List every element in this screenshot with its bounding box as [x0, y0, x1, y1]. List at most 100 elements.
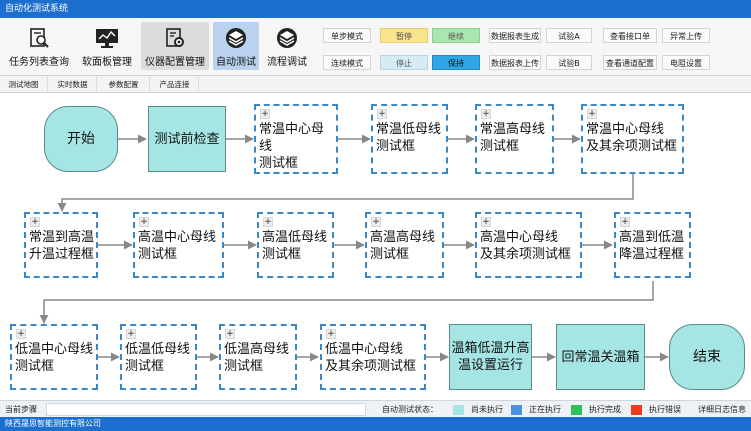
flow-group-normal-center-bus[interactable]: + 常温中心母线 测试框 — [254, 104, 338, 174]
continuous-mode-button[interactable]: 连续模式 — [323, 55, 371, 70]
nav-auto-test[interactable]: 自动测试 — [213, 22, 259, 70]
expand-icon[interactable]: + — [263, 217, 273, 227]
layers-icon — [274, 26, 300, 50]
report-upload-button[interactable]: 数据报表上传 — [489, 55, 541, 70]
ribbon: 任务列表查询 软面板管理 仪器配置管理 自动测试 流程调试 单步模式 连续模式 … — [0, 18, 751, 76]
nav-process-debug[interactable]: 流程调试 — [264, 22, 310, 70]
current-step-label: 当前步骤 — [5, 405, 37, 414]
company-footer: 陕西晟思智能测控有限公司 — [0, 417, 751, 431]
nav-label: 任务列表查询 — [9, 57, 69, 68]
flow-node-label: 低温低母线 测试框 — [125, 342, 191, 374]
magnifier-document-icon — [26, 26, 52, 50]
flow-group-normal-to-high-heating[interactable]: + 常温到高温 升温过程框 — [24, 212, 98, 278]
test-a-button[interactable]: 试验A — [546, 28, 592, 43]
flow-group-normal-center-others[interactable]: + 常温中心母线 及其余项测试框 — [581, 104, 684, 174]
flow-node-return-normal-close[interactable]: 回常温关温箱 — [556, 324, 645, 390]
flow-group-normal-high-bus[interactable]: + 常温高母线 测试框 — [475, 104, 554, 174]
flow-node-label: 高温高母线 测试框 — [370, 230, 436, 262]
connector-arrow — [39, 281, 654, 324]
view-channel-config-button[interactable]: 查看通道配置 — [603, 55, 657, 70]
flow-node-label: 常温低母线 测试框 — [376, 122, 442, 154]
window-title: 自动化测试系统 — [0, 0, 751, 18]
flow-node-start[interactable]: 开始 — [44, 106, 118, 172]
expand-icon[interactable]: + — [139, 217, 149, 227]
legend-item-running: 正在执行 — [511, 401, 561, 418]
expand-icon[interactable]: + — [587, 109, 597, 119]
legend-label: 执行错误 — [649, 405, 681, 414]
tab-test-map[interactable]: 测试地图 — [0, 77, 48, 93]
expand-icon[interactable]: + — [481, 109, 491, 119]
expand-icon[interactable]: + — [126, 329, 136, 339]
flow-group-low-high-bus[interactable]: + 低温高母线 测试框 — [219, 324, 297, 390]
legend-item-pending: 尚未执行 — [453, 401, 503, 418]
flow-group-high-high-bus[interactable]: + 高温高母线 测试框 — [365, 212, 444, 278]
flow-node-end[interactable]: 结束 — [669, 324, 745, 390]
expand-icon[interactable]: + — [377, 109, 387, 119]
legend-label: 尚未执行 — [471, 405, 503, 414]
app-window: 自动化测试系统 任务列表查询 软面板管理 仪器配置管理 自动测试 流程调试 单步… — [0, 0, 751, 431]
flow-node-label: 高温中心母线 及其余项测试框 — [480, 230, 572, 262]
resistance-settings-button[interactable]: 电阻设置 — [662, 55, 710, 70]
flow-group-low-center-bus[interactable]: + 低温中心母线 测试框 — [10, 324, 98, 390]
flow-node-chamber-temp-setup[interactable]: 温箱低温升高 温设置运行 — [449, 324, 532, 390]
report-generate-button[interactable]: 数据报表生成 — [489, 28, 541, 43]
flow-group-high-center-bus[interactable]: + 高温中心母线 测试框 — [133, 212, 224, 278]
expand-icon[interactable]: + — [30, 217, 40, 227]
status-swatch — [631, 404, 642, 415]
flow-node-label: 高温中心母线 测试框 — [138, 230, 217, 262]
abnormal-upload-button[interactable]: 异常上传 — [662, 28, 710, 43]
tab-param-config[interactable]: 参数配置 — [98, 77, 150, 93]
flow-group-low-center-others[interactable]: + 低温中心母线 及其余项测试框 — [320, 324, 426, 390]
flow-node-label: 常温中心母线 及其余项测试框 — [586, 122, 678, 154]
expand-icon[interactable]: + — [620, 217, 630, 227]
stop-button[interactable]: 停止 — [380, 55, 428, 70]
expand-icon[interactable]: + — [16, 329, 26, 339]
expand-icon[interactable]: + — [326, 329, 336, 339]
settings-document-icon — [162, 26, 188, 50]
tab-realtime-data[interactable]: 实时数据 — [49, 77, 97, 93]
nav-instrument-config[interactable]: 仪器配置管理 — [141, 22, 209, 70]
expand-icon[interactable]: + — [371, 217, 381, 227]
keep-button[interactable]: 保持 — [432, 55, 480, 70]
status-swatch — [511, 404, 522, 415]
legend-item-done: 执行完成 — [571, 401, 621, 418]
flow-node-pretest-check[interactable]: 测试前检查 — [148, 106, 226, 172]
expand-icon[interactable]: + — [481, 217, 491, 227]
flow-group-high-low-bus[interactable]: + 高温低母线 测试框 — [257, 212, 334, 278]
flow-group-normal-low-bus[interactable]: + 常温低母线 测试框 — [371, 104, 448, 174]
expand-icon[interactable]: + — [225, 329, 235, 339]
status-swatch — [571, 404, 582, 415]
flow-node-label: 温箱低温升高 温设置运行 — [451, 341, 530, 373]
flow-group-low-low-bus[interactable]: + 低温低母线 测试框 — [120, 324, 197, 390]
nav-task-list-query[interactable]: 任务列表查询 — [4, 22, 74, 70]
auto-test-state-label: 自动测试状态： — [382, 405, 438, 414]
nav-soft-panel-management[interactable]: 软面板管理 — [78, 22, 136, 70]
flow-node-label: 低温高母线 测试框 — [224, 342, 290, 374]
flow-node-label: 开始 — [67, 130, 95, 147]
status-bar: 当前步骤 自动测试状态： 尚未执行 正在执行 执行完成 执行错误 详细日志信息 — [0, 400, 751, 417]
flow-group-high-center-others[interactable]: + 高温中心母线 及其余项测试框 — [475, 212, 582, 278]
single-step-mode-button[interactable]: 单步模式 — [323, 28, 371, 43]
view-interface-button[interactable]: 查看接口单 — [603, 28, 657, 43]
tab-product-connect[interactable]: 产品连接 — [151, 77, 199, 93]
flowchart-canvas: 开始 测试前检查 + 常温中心母线 测试框 + 常温低母线 测试框 + 常温高母线 测… — [0, 93, 751, 400]
legend-label: 执行完成 — [589, 405, 621, 414]
current-step-field — [46, 403, 366, 416]
status-swatch — [453, 404, 464, 415]
nav-label: 仪器配置管理 — [145, 57, 205, 68]
flow-node-label: 常温中心母线 测试框 — [259, 122, 325, 171]
nav-label: 流程调试 — [267, 57, 307, 68]
flow-node-label: 测试前检查 — [154, 131, 220, 147]
detailed-log-link[interactable]: 详细日志信息 — [698, 401, 746, 418]
expand-icon[interactable]: + — [260, 109, 270, 119]
pause-button[interactable]: 暂停 — [380, 28, 428, 43]
resume-button[interactable]: 继续 — [432, 28, 480, 43]
legend-label: 正在执行 — [529, 405, 561, 414]
flow-node-label: 低温中心母线 及其余项测试框 — [325, 342, 417, 374]
test-b-button[interactable]: 试验B — [546, 55, 592, 70]
flow-node-label: 常温到高温 升温过程框 — [29, 230, 95, 262]
flow-node-label: 高温到低温 降温过程框 — [619, 230, 685, 262]
flow-node-label: 结束 — [693, 348, 721, 365]
flow-node-label: 低温中心母线 测试框 — [15, 342, 94, 374]
flow-group-high-to-low-cooling[interactable]: + 高温到低温 降温过程框 — [614, 212, 691, 278]
